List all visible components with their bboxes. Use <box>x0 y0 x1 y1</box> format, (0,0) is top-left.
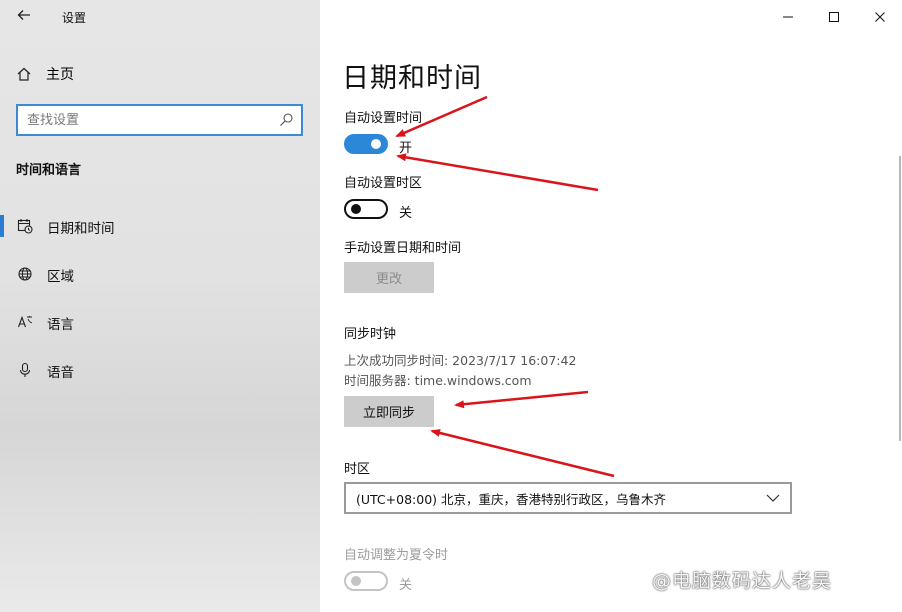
close-button[interactable] <box>857 4 902 30</box>
search-input[interactable] <box>27 112 272 128</box>
watermark: @电脑数码达人老吴 <box>652 570 833 592</box>
dst-state: 关 <box>399 578 413 593</box>
timezone-label: 时区 <box>344 462 371 477</box>
calendar-clock-icon <box>17 219 33 234</box>
sidebar-item-language[interactable]: 语言 <box>0 307 320 337</box>
sidebar-item-region[interactable]: 区域 <box>0 259 320 289</box>
sidebar-item-home[interactable]: 主页 <box>16 64 74 84</box>
search-box[interactable] <box>16 104 303 136</box>
manual-datetime-label: 手动设置日期和时间 <box>344 241 462 256</box>
timezone-select[interactable]: (UTC+08:00) 北京，重庆，香港特别行政区，乌鲁木齐 <box>344 482 792 514</box>
sync-now-button[interactable]: 立即同步 <box>344 396 434 427</box>
microphone-icon <box>19 362 31 377</box>
home-label: 主页 <box>46 67 74 83</box>
timezone-value: (UTC+08:00) 北京，重庆，香港特别行政区，乌鲁木齐 <box>356 491 667 507</box>
annotation-arrow <box>396 153 599 192</box>
sidebar-item-label: 语音 <box>47 365 74 381</box>
auto-timezone-label: 自动设置时区 <box>344 176 423 191</box>
back-arrow-icon <box>17 10 30 20</box>
page-title: 日期和时间 <box>342 63 482 94</box>
auto-time-state: 开 <box>399 141 413 156</box>
auto-time-label: 自动设置时间 <box>344 111 423 126</box>
toggle-knob <box>351 576 361 586</box>
maximize-button[interactable] <box>811 4 857 30</box>
auto-time-toggle[interactable] <box>344 134 388 154</box>
chevron-down-icon <box>766 494 780 502</box>
window-title: 设置 <box>62 11 87 25</box>
change-button[interactable]: 更改 <box>344 262 434 293</box>
sidebar: 设置 主页 时间和语言 日期和时间 区域 <box>0 0 320 612</box>
sidebar-item-date-time[interactable]: 日期和时间 <box>0 211 320 241</box>
maximize-icon <box>829 12 839 22</box>
dst-label: 自动调整为夏令时 <box>344 548 449 563</box>
minimize-button[interactable] <box>765 4 811 30</box>
annotation-arrow <box>454 390 589 409</box>
dst-toggle[interactable] <box>344 571 388 591</box>
close-icon <box>875 12 885 22</box>
sync-clock-label: 同步时钟 <box>344 327 397 342</box>
sidebar-item-label: 日期和时间 <box>47 221 115 237</box>
toggle-knob <box>351 204 361 214</box>
sidebar-item-label: 区域 <box>47 269 74 285</box>
minimize-icon <box>783 16 793 18</box>
annotation-arrow <box>430 429 615 478</box>
auto-timezone-toggle[interactable] <box>344 199 388 219</box>
section-title: 时间和语言 <box>16 163 82 178</box>
scrollbar[interactable] <box>899 156 901 441</box>
time-server-text: 时间服务器: time.windows.com <box>344 373 532 388</box>
auto-timezone-state: 关 <box>399 206 413 221</box>
last-sync-text: 上次成功同步时间: 2023/7/17 16:07:42 <box>344 353 577 368</box>
sidebar-item-speech[interactable]: 语音 <box>0 355 320 385</box>
language-icon <box>17 315 33 328</box>
toggle-knob <box>371 139 381 149</box>
sidebar-item-label: 语言 <box>47 317 74 333</box>
home-icon <box>17 67 31 81</box>
globe-icon <box>18 267 32 281</box>
back-button[interactable] <box>12 6 36 28</box>
search-icon[interactable] <box>278 112 294 128</box>
